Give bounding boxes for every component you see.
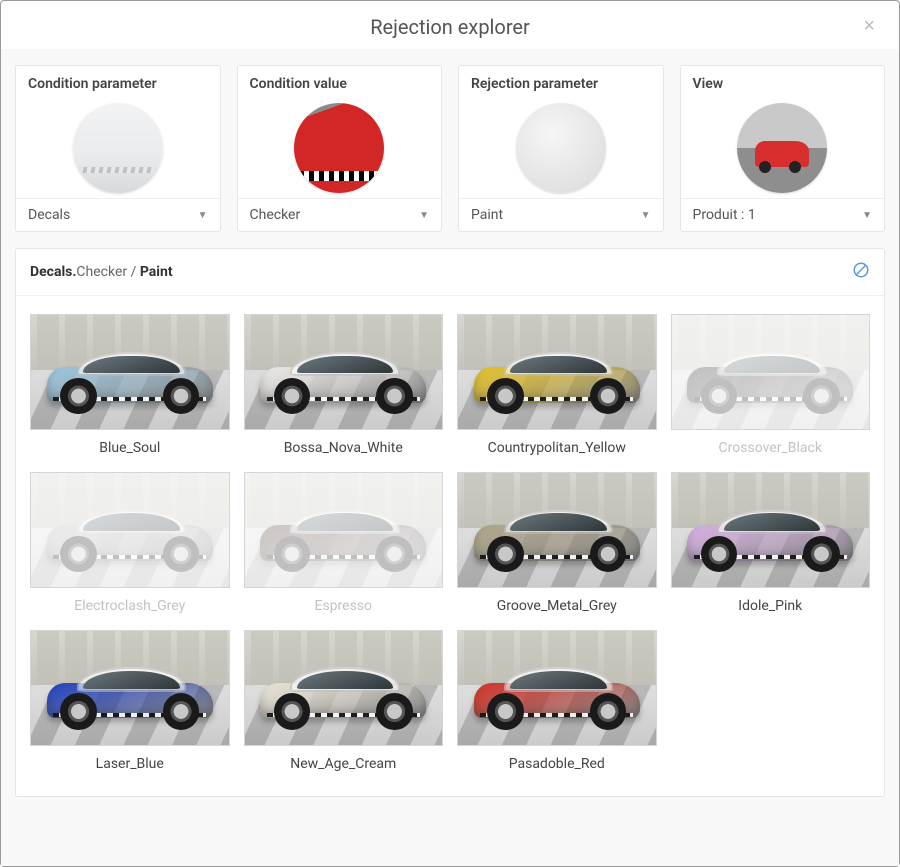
variant-label: Groove_Metal_Grey xyxy=(497,598,617,614)
variant-cell[interactable]: Crossover_Black xyxy=(671,314,871,456)
variant-label: Countrypolitan_Yellow xyxy=(488,440,626,456)
chevron-down-icon: ▼ xyxy=(419,210,429,221)
condition-value-value: Checker xyxy=(250,207,301,223)
variant-cell[interactable]: Bossa_Nova_White xyxy=(244,314,444,456)
car-icon xyxy=(260,349,426,413)
variant-grid: Blue_Soul Bossa_Nova_White Countrypolitan_… xyxy=(16,296,884,796)
rejection-parameter-dropdown[interactable]: Paint ▼ xyxy=(459,198,663,231)
view-card: View Produit : 1 ▼ xyxy=(680,65,886,232)
car-icon xyxy=(474,349,640,413)
close-icon: × xyxy=(863,15,875,37)
condition-value-dropdown[interactable]: Checker ▼ xyxy=(238,198,442,231)
rejection-parameter-preview xyxy=(459,98,663,198)
variant-cell[interactable]: Espresso xyxy=(244,472,444,614)
car-icon xyxy=(687,349,853,413)
variant-thumbnail xyxy=(457,630,657,746)
variant-thumbnail xyxy=(244,314,444,430)
variant-thumbnail xyxy=(30,314,230,430)
variant-thumbnail xyxy=(671,472,871,588)
paint-preview-icon xyxy=(516,103,606,193)
car-icon xyxy=(260,507,426,571)
variant-cell[interactable]: Pasadoble_Red xyxy=(457,630,657,772)
rejection-explorer-modal: Rejection explorer × Condition parameter… xyxy=(0,0,900,867)
decals-preview-icon xyxy=(73,103,163,193)
car-icon xyxy=(47,349,213,413)
variant-thumbnail xyxy=(244,472,444,588)
condition-parameter-value: Decals xyxy=(28,207,70,223)
breadcrumb: Decals.Checker / Paint xyxy=(30,264,173,280)
car-icon xyxy=(260,665,426,729)
view-label: View xyxy=(681,66,885,98)
variant-label: Pasadoble_Red xyxy=(509,756,605,772)
view-preview xyxy=(681,98,885,198)
close-button[interactable]: × xyxy=(857,15,881,37)
variant-cell[interactable]: Groove_Metal_Grey xyxy=(457,472,657,614)
variant-thumbnail xyxy=(457,314,657,430)
ban-icon xyxy=(852,261,870,279)
variant-label: Laser_Blue xyxy=(96,756,164,772)
modal-header: Rejection explorer × xyxy=(1,1,899,49)
condition-value-preview xyxy=(238,98,442,198)
breadcrumb-value: Checker xyxy=(76,264,127,280)
reject-all-button[interactable] xyxy=(852,261,870,283)
variant-cell[interactable]: Electroclash_Grey xyxy=(30,472,230,614)
condition-parameter-dropdown[interactable]: Decals ▼ xyxy=(16,198,220,231)
variant-label: Espresso xyxy=(314,598,372,614)
chevron-down-icon: ▼ xyxy=(641,210,651,221)
results-panel: Decals.Checker / Paint Blue_Soul Bossa_No… xyxy=(15,248,885,797)
condition-parameter-preview xyxy=(16,98,220,198)
condition-parameter-card: Condition parameter Decals ▼ xyxy=(15,65,221,232)
condition-value-card: Condition value Checker ▼ xyxy=(237,65,443,232)
condition-value-label: Condition value xyxy=(238,66,442,98)
car-icon xyxy=(474,507,640,571)
view-preview-icon xyxy=(737,103,827,193)
variant-label: Bossa_Nova_White xyxy=(284,440,403,456)
breadcrumb-sep: / xyxy=(127,264,140,280)
selector-row: Condition parameter Decals ▼ Condition v… xyxy=(15,49,885,248)
view-value: Produit : 1 xyxy=(693,207,756,223)
variant-label: Idole_Pink xyxy=(738,598,802,614)
modal-body: Condition parameter Decals ▼ Condition v… xyxy=(1,49,899,866)
variant-thumbnail xyxy=(30,472,230,588)
variant-thumbnail xyxy=(457,472,657,588)
variant-cell[interactable]: Countrypolitan_Yellow xyxy=(457,314,657,456)
variant-label: Blue_Soul xyxy=(99,440,160,456)
variant-cell[interactable]: Blue_Soul xyxy=(30,314,230,456)
checker-preview-icon xyxy=(294,103,384,193)
rejection-parameter-label: Rejection parameter xyxy=(459,66,663,98)
breadcrumb-rejection: Paint xyxy=(140,264,173,280)
car-icon xyxy=(47,507,213,571)
rejection-parameter-card: Rejection parameter Paint ▼ xyxy=(458,65,664,232)
variant-thumbnail xyxy=(244,630,444,746)
chevron-down-icon: ▼ xyxy=(862,210,872,221)
view-dropdown[interactable]: Produit : 1 ▼ xyxy=(681,198,885,231)
car-icon xyxy=(474,665,640,729)
variant-thumbnail xyxy=(671,314,871,430)
modal-title: Rejection explorer xyxy=(370,15,530,39)
variant-label: Electroclash_Grey xyxy=(74,598,185,614)
car-icon xyxy=(47,665,213,729)
chevron-down-icon: ▼ xyxy=(198,210,208,221)
variant-cell[interactable]: Laser_Blue xyxy=(30,630,230,772)
breadcrumb-param: Decals. xyxy=(30,264,76,280)
results-header: Decals.Checker / Paint xyxy=(16,249,884,296)
variant-label: New_Age_Cream xyxy=(290,756,396,772)
variant-label: Crossover_Black xyxy=(719,440,822,456)
variant-thumbnail xyxy=(30,630,230,746)
variant-cell[interactable]: Idole_Pink xyxy=(671,472,871,614)
rejection-parameter-value: Paint xyxy=(471,207,503,223)
condition-parameter-label: Condition parameter xyxy=(16,66,220,98)
variant-cell[interactable]: New_Age_Cream xyxy=(244,630,444,772)
car-icon xyxy=(687,507,853,571)
